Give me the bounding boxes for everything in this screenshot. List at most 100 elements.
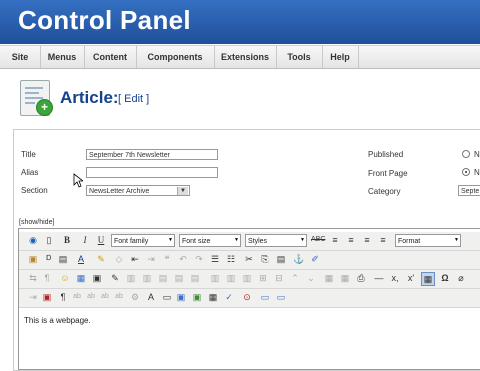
- merge-cells-icon[interactable]: ⊟: [273, 272, 285, 284]
- menu-tools[interactable]: Tools: [276, 46, 323, 68]
- fullscreen-icon[interactable]: ▭: [259, 291, 271, 303]
- layer-icon[interactable]: ▣: [175, 291, 187, 303]
- emoticon-icon[interactable]: ☺: [59, 272, 71, 284]
- table-icon[interactable]: ▦: [323, 272, 335, 284]
- insert-col-after-icon[interactable]: ▥: [225, 272, 237, 284]
- pagebreak-icon[interactable]: ⊙: [241, 291, 253, 303]
- alias-label: Alias: [21, 168, 39, 177]
- insert-row-before-icon[interactable]: ▤: [157, 272, 169, 284]
- menu-content[interactable]: Content: [84, 46, 137, 68]
- unlink-icon[interactable]: ¶: [41, 272, 53, 284]
- category-select[interactable]: Septe: [458, 185, 480, 196]
- pilcrow-icon[interactable]: ¶: [57, 291, 69, 303]
- remove-format-icon[interactable]: ◇: [113, 253, 125, 265]
- font-color-icon[interactable]: A: [75, 253, 87, 265]
- row-icon[interactable]: ▦: [339, 272, 351, 284]
- underline-icon[interactable]: U: [95, 234, 107, 246]
- published-radio[interactable]: [462, 150, 470, 158]
- abbr-icon[interactable]: ab: [71, 291, 83, 303]
- rtl-icon[interactable]: ▣: [41, 291, 53, 303]
- attribs-icon[interactable]: ⚙: [129, 291, 141, 303]
- section-select[interactable]: NewsLetter Archive ▼: [86, 185, 190, 196]
- cut-icon[interactable]: ✂: [243, 253, 255, 265]
- styles-select[interactable]: Styles ▼: [245, 234, 307, 247]
- insert-col-before-icon[interactable]: ▥: [209, 272, 221, 284]
- align-center-icon[interactable]: ≡: [345, 234, 357, 246]
- visual-aid-icon[interactable]: ▦: [421, 272, 435, 286]
- title-input[interactable]: September 7th Newsletter: [86, 149, 218, 160]
- template-icon[interactable]: ▦: [207, 291, 219, 303]
- media-icon[interactable]: ▦: [75, 272, 87, 284]
- preview-icon[interactable]: ▭: [275, 291, 287, 303]
- menu-site[interactable]: Site: [0, 46, 41, 68]
- menu-menus[interactable]: Menus: [40, 46, 85, 68]
- delete-col-icon[interactable]: ▥: [241, 272, 253, 284]
- cleanup-icon[interactable]: ✐: [309, 253, 321, 265]
- app-header: Control Panel: [0, 0, 480, 44]
- menu-help[interactable]: Help: [322, 46, 359, 68]
- align-justify-icon[interactable]: ≡: [377, 234, 389, 246]
- ltr-icon[interactable]: ⇥: [27, 291, 39, 303]
- new-document-icon[interactable]: ▯: [43, 234, 55, 246]
- help-icon[interactable]: ◉: [27, 234, 39, 246]
- anchor-icon[interactable]: ⚓: [293, 253, 305, 265]
- eraser-icon[interactable]: ⌀: [455, 272, 467, 284]
- superscript-icon[interactable]: x': [405, 272, 417, 284]
- bold-icon[interactable]: B: [61, 234, 73, 246]
- align-left-icon[interactable]: ≡: [329, 234, 341, 246]
- text-icon[interactable]: Ɒ: [43, 253, 55, 265]
- split-cells-icon[interactable]: ⊞: [257, 272, 269, 284]
- subscript-icon[interactable]: x,: [389, 272, 401, 284]
- menu-extensions[interactable]: Extensions: [214, 46, 277, 68]
- strikethrough-icon[interactable]: ABC: [311, 234, 325, 246]
- edit-image-icon[interactable]: ✎: [109, 272, 121, 284]
- alias-input[interactable]: [86, 167, 218, 178]
- chevron-down-icon: ▼: [168, 237, 173, 243]
- sup-icon[interactable]: ⌃: [289, 272, 301, 284]
- frontpage-radio[interactable]: [462, 168, 470, 176]
- acronym-icon[interactable]: ab: [85, 291, 97, 303]
- blockquote-icon[interactable]: ❝: [161, 253, 173, 265]
- undo-icon[interactable]: ↶: [177, 253, 189, 265]
- print-icon[interactable]: ⎙: [355, 272, 367, 284]
- redo-icon[interactable]: ↷: [193, 253, 205, 265]
- highlight-icon[interactable]: ✎: [95, 253, 107, 265]
- font-family-select[interactable]: Font family ▼: [111, 234, 175, 247]
- editor-content[interactable]: This is a webpage.: [24, 316, 91, 325]
- special-char-icon[interactable]: Ω: [439, 272, 451, 284]
- indent-icon[interactable]: ⇥: [145, 253, 157, 265]
- editor-show-hide-toggle[interactable]: [show/hide]: [19, 219, 54, 226]
- insert-layer-icon[interactable]: ▭: [161, 291, 173, 303]
- frontpage-radio-label: N: [474, 168, 480, 177]
- copy-icon[interactable]: ⎘: [259, 253, 271, 265]
- paste-text-icon[interactable]: ▤: [275, 253, 287, 265]
- format-select[interactable]: Format ▼: [395, 234, 461, 247]
- article-heading: Article:: [60, 88, 119, 107]
- absolute-icon[interactable]: ▣: [191, 291, 203, 303]
- align-right-icon[interactable]: ≡: [361, 234, 373, 246]
- horizontal-rule-icon[interactable]: —: [373, 272, 385, 284]
- paste-icon[interactable]: ▤: [57, 253, 69, 265]
- outdent-icon[interactable]: ⇤: [129, 253, 141, 265]
- style-icon[interactable]: A: [145, 291, 157, 303]
- image-insert-icon[interactable]: ▣: [91, 272, 103, 284]
- bullet-list-icon[interactable]: ☰: [209, 253, 221, 265]
- del-icon[interactable]: ab: [99, 291, 111, 303]
- insert-row-after-icon[interactable]: ▤: [173, 272, 185, 284]
- sub-icon[interactable]: ⌄: [305, 272, 317, 284]
- menu-components[interactable]: Components: [136, 46, 215, 68]
- section-label: Section: [21, 186, 48, 195]
- published-radio-label: N: [474, 150, 480, 159]
- format-select-label: Format: [398, 238, 421, 245]
- link-icon[interactable]: ⇆: [27, 272, 39, 284]
- spellcheck-icon[interactable]: ✓: [223, 291, 235, 303]
- image-icon[interactable]: ▣: [27, 253, 39, 265]
- editor-toolbar-row-3: ⇆ ¶ ☺ ▦ ▣ ✎ ▥ ▥ ▤ ▤ ▤ ▥ ▥ ▥ ⊞ ⊟ ⌃ ⌄ ▦ ▦ …: [19, 270, 480, 289]
- italic-icon[interactable]: I: [79, 234, 91, 246]
- row-props-icon[interactable]: ▥: [141, 272, 153, 284]
- font-size-select[interactable]: Font size ▼: [179, 234, 241, 247]
- ins-icon[interactable]: ab: [113, 291, 125, 303]
- cell-props-icon[interactable]: ▥: [125, 272, 137, 284]
- numbered-list-icon[interactable]: ☷: [225, 253, 237, 265]
- delete-row-icon[interactable]: ▤: [189, 272, 201, 284]
